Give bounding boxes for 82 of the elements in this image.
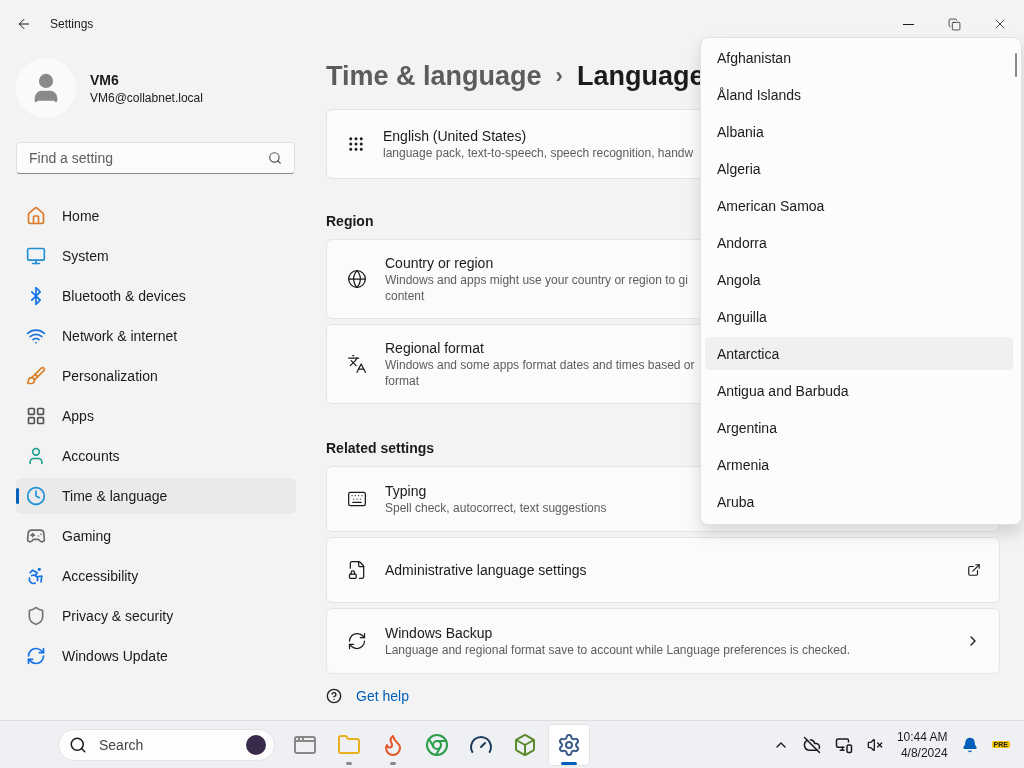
menu-item[interactable]: Afghanistan <box>705 41 1013 74</box>
search-icon <box>268 151 282 165</box>
help-icon <box>326 688 342 704</box>
minimize-icon <box>902 23 914 25</box>
restore-icon <box>947 17 961 31</box>
card-description: format <box>385 374 419 388</box>
translate-icon <box>347 354 367 374</box>
home-icon <box>26 206 46 226</box>
brush-icon <box>26 366 46 386</box>
card-description: Language and regional format save to account while Language preferences is checked. <box>385 643 850 657</box>
keyboard-icon <box>347 489 367 509</box>
sidebar-item[interactable]: Bluetooth & devices <box>16 278 296 314</box>
external-link-icon <box>967 563 981 577</box>
sync-icon <box>347 631 367 651</box>
taskbar-app[interactable] <box>549 724 589 765</box>
sidebar-item[interactable]: Network & internet <box>16 318 296 354</box>
restore-button[interactable] <box>946 16 962 32</box>
help-link[interactable]: Get help <box>356 688 409 704</box>
card-title: Administrative language settings <box>385 562 587 578</box>
chrome-icon <box>425 732 449 757</box>
account-name: VM6 <box>90 71 120 88</box>
taskbar-clock[interactable]: 10:44 AM 4/8/2024 <box>896 728 948 761</box>
card-description: Spell check, autocorrect, text suggestions <box>385 501 607 515</box>
menu-item[interactable]: Argentina <box>705 411 1013 444</box>
taskbar-search-bar[interactable]: Search <box>58 728 275 761</box>
sidebar-item[interactable]: Accessibility <box>16 558 296 594</box>
menu-item[interactable]: Åland Islands <box>705 78 1013 111</box>
update-icon <box>26 646 46 666</box>
card-title: English (United States) <box>383 128 527 144</box>
wifi-icon <box>26 326 46 346</box>
taskbar-search-input[interactable]: Search <box>97 735 236 754</box>
card-description: Windows and some apps format dates and times based or <box>385 358 695 372</box>
breadcrumb-link[interactable]: Time & language <box>326 60 542 92</box>
settings-card[interactable]: Windows Backup Language and regional format save to account while Language preferences is checked. <box>326 608 1000 674</box>
section-heading: Related settings <box>326 440 436 456</box>
bell-icon[interactable] <box>961 736 978 753</box>
settings-card[interactable]: Administrative language settings <box>326 537 1000 603</box>
monitor-icon[interactable] <box>834 735 853 754</box>
gear-icon <box>557 732 581 757</box>
sidebar-item[interactable]: Gaming <box>16 518 296 554</box>
back-button[interactable] <box>16 16 32 32</box>
sidebar-item[interactable]: Time & language <box>16 478 296 514</box>
card-description: Windows and apps might use your country or region to gi <box>385 273 688 287</box>
cloud-off-icon[interactable] <box>802 735 821 754</box>
sidebar-item[interactable]: Accounts <box>16 438 296 474</box>
search-icon <box>69 735 87 754</box>
speaker-muted-icon[interactable] <box>866 736 883 753</box>
gamepad-icon <box>26 526 46 546</box>
accessibility-icon <box>26 566 46 586</box>
settings-search-input[interactable]: Find a setting <box>27 149 268 167</box>
sidebar-item[interactable]: Windows Update <box>16 638 296 674</box>
globe-icon <box>347 269 367 289</box>
folder-icon <box>337 732 361 757</box>
sidebar-item[interactable]: System <box>16 238 296 274</box>
menu-item[interactable]: American Samoa <box>705 189 1013 222</box>
page-title: Language <box>576 60 705 92</box>
scrollbar-thumb[interactable] <box>1015 53 1017 77</box>
card-title: Country or region <box>385 255 494 271</box>
cube-icon <box>513 732 537 757</box>
card-description: language pack, text-to-speech, speech recognition, handw <box>383 146 694 160</box>
apps-icon <box>26 406 46 426</box>
search-bar[interactable]: Find a setting <box>16 142 295 174</box>
sidebar-item[interactable]: Home <box>16 198 296 234</box>
card-title: Regional format <box>385 340 484 356</box>
card-description: content <box>385 289 425 303</box>
clock-icon <box>26 486 46 506</box>
sidebar-item[interactable]: Personalization <box>16 358 296 394</box>
sidebar-item[interactable]: Privacy & security <box>16 598 296 634</box>
card-title: Windows Backup <box>385 625 493 641</box>
person-icon <box>26 446 46 466</box>
window-title: Settings <box>50 17 94 31</box>
account-email: VM6@collabnet.local <box>90 90 203 105</box>
section-heading: Region <box>326 213 375 229</box>
clock-date: 4/8/2024 <box>900 744 948 761</box>
drag-handle-icon <box>347 135 365 153</box>
menu-item[interactable]: Antarctica <box>705 337 1013 370</box>
card-title: Typing <box>385 483 427 499</box>
sidebar-item[interactable]: Apps <box>16 398 296 434</box>
shield-icon <box>26 606 46 626</box>
monitor-icon <box>26 246 46 266</box>
clock-time: 10:44 AM <box>896 728 948 745</box>
breadcrumb-separator: › <box>555 63 563 89</box>
